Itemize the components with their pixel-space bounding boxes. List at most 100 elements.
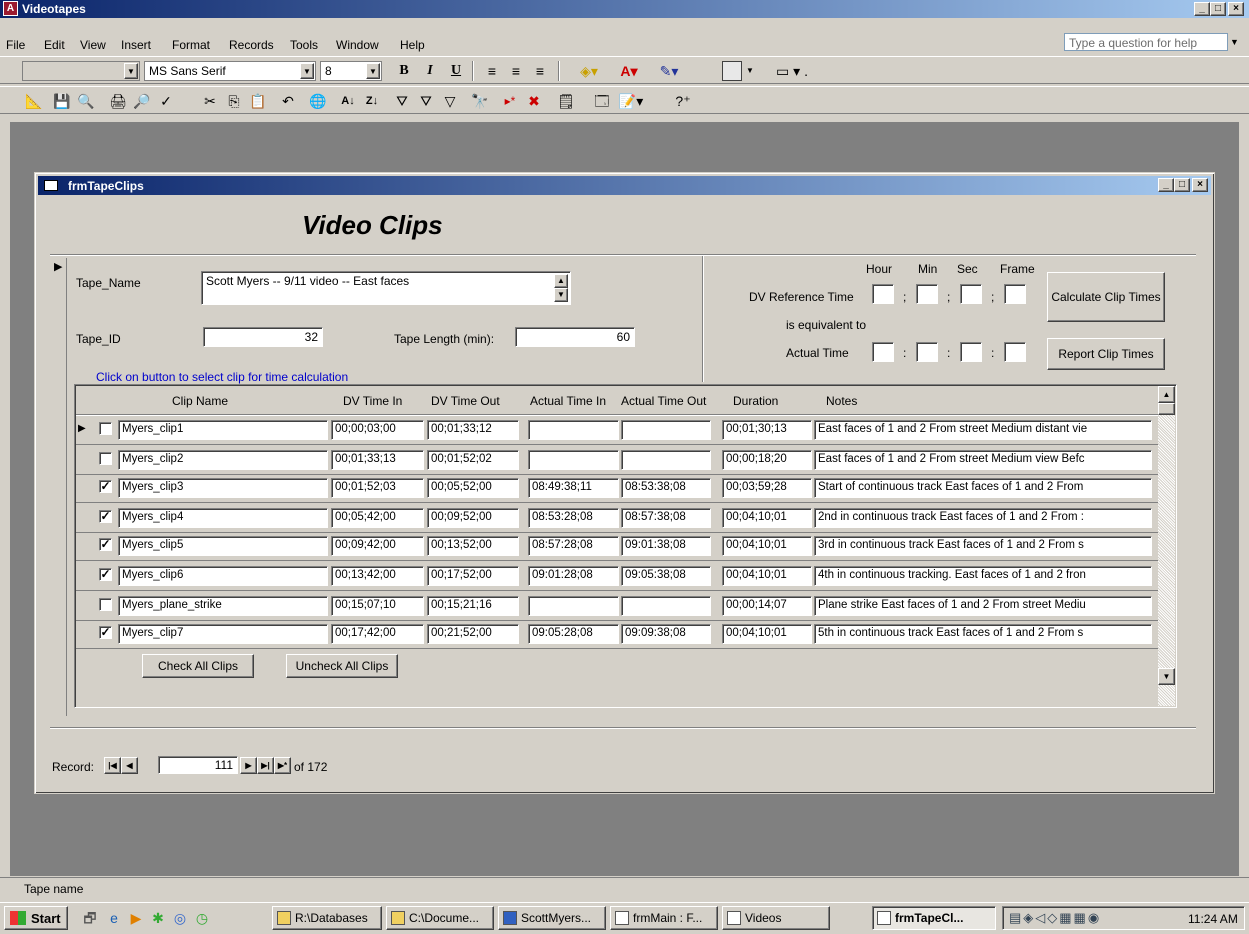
underline-button[interactable]: U [446,61,466,81]
bold-button[interactable]: B [394,61,414,81]
database-window-icon[interactable]: 🗔 [592,91,612,111]
form-minimize-icon[interactable]: _ [1158,178,1174,192]
cell-notes[interactable]: 5th in continuous track East faces of 1 … [814,624,1152,644]
menu-records[interactable]: Records [229,38,274,52]
cell-act-out[interactable]: 08:53:38;08 [621,478,711,498]
first-record-icon[interactable]: |◀ [104,757,121,774]
tape-name-field[interactable]: Scott Myers -- 9/11 video -- East faces … [201,271,571,305]
insert-hyperlink-icon[interactable]: 🌐 [308,91,328,111]
cell-dv-out[interactable]: 00;13;52;00 [427,536,519,556]
cell-dv-out[interactable]: 00;15;21;16 [427,596,519,616]
show-desktop-icon[interactable]: 🗗 [80,908,100,928]
cell-act-in[interactable] [528,596,619,616]
cell-dv-in[interactable]: 00;00;03;00 [331,420,424,440]
filter-by-form-icon[interactable]: ⛛ [416,91,436,111]
paste-icon[interactable]: 📋 [248,91,268,111]
record-number-field[interactable]: 111 [158,756,238,774]
subform-scrollbar[interactable]: ▲ ▼ [1158,386,1175,706]
task-frmmain[interactable]: frmMain : F... [610,906,718,930]
cell-duration[interactable]: 00;04;10;01 [722,566,812,586]
menu-file[interactable]: File [6,38,25,52]
file-search-icon[interactable]: 🔍 [76,91,96,111]
last-record-icon[interactable]: ▶| [257,757,274,774]
actual-sec-field[interactable] [960,342,982,362]
menu-insert[interactable]: Insert [121,38,151,52]
menu-view[interactable]: View [80,38,106,52]
quick-launch-icon-2[interactable]: ◎ [170,908,190,928]
dv-sec-field[interactable] [960,284,982,304]
undo-icon[interactable]: ↶ [278,91,298,111]
dv-frame-field[interactable] [1004,284,1026,304]
restore-icon[interactable]: □ [1210,2,1226,16]
delete-record-icon[interactable]: ✖ [524,91,544,111]
align-right-icon[interactable]: ≡ [530,61,550,81]
cell-dv-out[interactable]: 00;09;52;00 [427,508,519,528]
cell-notes[interactable]: East faces of 1 and 2 From street Medium… [814,420,1152,440]
new-record-nav-icon[interactable]: ▶* [274,757,291,774]
check-all-clips-button[interactable]: Check All Clips [142,654,254,678]
cell-duration[interactable]: 00;00;18;20 [722,450,812,470]
form-title-bar[interactable]: frmTapeClips _ □ × [38,176,1211,195]
close-icon[interactable]: × [1228,2,1244,16]
cell-duration[interactable]: 00;00;14;07 [722,596,812,616]
menu-format[interactable]: Format [172,38,210,52]
tape-id-field[interactable]: 32 [203,327,323,347]
clip-select-checkbox[interactable]: ✓ [99,480,112,493]
next-record-icon[interactable]: ▶ [240,757,257,774]
print-preview-icon[interactable]: 🔎 [132,91,152,111]
menu-window[interactable]: Window [336,38,379,52]
cell-dv-in[interactable]: 00;01;33;13 [331,450,424,470]
help-dropdown-icon[interactable]: ▼ [1230,37,1239,47]
cell-duration[interactable]: 00;01;30;13 [722,420,812,440]
new-object-icon[interactable]: 📝▾ [616,91,646,111]
sort-ascending-icon[interactable]: A↓ [338,91,358,111]
cell-duration[interactable]: 00;04;10;01 [722,624,812,644]
dv-min-field[interactable] [916,284,938,304]
cut-icon[interactable]: ✂ [200,91,220,111]
form-restore-icon[interactable]: □ [1174,178,1190,192]
scroll-up-icon[interactable]: ▲ [1158,386,1175,403]
line-color-icon[interactable]: ✎▾ [652,61,686,81]
cell-act-out[interactable]: 09:09:38;08 [621,624,711,644]
cell-duration[interactable]: 00;03;59;28 [722,478,812,498]
actual-frame-field[interactable] [1004,342,1026,362]
cell-dv-in[interactable]: 00;15;07;10 [331,596,424,616]
cell-name[interactable]: Myers_clip1 [118,420,328,440]
menu-help[interactable]: Help [400,38,425,52]
font-color-icon[interactable]: A▾ [612,61,646,81]
clip-select-checkbox[interactable]: ✓ [99,626,112,639]
cell-dv-out[interactable]: 00;01;33;12 [427,420,519,440]
cell-act-in[interactable]: 09:01:28;08 [528,566,619,586]
font-name-combo[interactable]: MS Sans Serif ▼ [144,61,316,81]
menu-edit[interactable]: Edit [44,38,65,52]
cell-duration[interactable]: 00;04;10;01 [722,536,812,556]
help-icon[interactable]: ?⁺ [668,91,698,111]
print-icon[interactable]: 🖨 [108,91,128,111]
cell-dv-in[interactable]: 00;05;42;00 [331,508,424,528]
scroll-thumb[interactable] [1158,403,1175,415]
dv-hour-field[interactable] [872,284,894,304]
align-center-icon[interactable]: ≡ [506,61,526,81]
cell-act-out[interactable]: 09:05:38;08 [621,566,711,586]
cell-act-out[interactable] [621,420,711,440]
cell-dv-in[interactable]: 00;13;42;00 [331,566,424,586]
actual-hour-field[interactable] [872,342,894,362]
task-word-doc[interactable]: ScottMyers... [498,906,606,930]
cell-act-in[interactable]: 08:53:28;08 [528,508,619,528]
actual-min-field[interactable] [916,342,938,362]
clip-select-checkbox[interactable] [99,422,112,435]
save-icon[interactable]: 💾 [52,91,72,111]
object-combo[interactable]: ▼ [22,61,140,81]
cell-notes[interactable]: Start of continuous track East faces of … [814,478,1152,498]
new-record-icon[interactable]: ▸* [500,91,520,111]
cell-dv-out[interactable]: 00;01;52;02 [427,450,519,470]
cell-notes[interactable]: 3rd in continuous track East faces of 1 … [814,536,1152,556]
cell-act-out[interactable]: 08:57:38;08 [621,508,711,528]
cell-name[interactable]: Myers_clip6 [118,566,328,586]
cell-notes[interactable]: Plane strike East faces of 1 and 2 From … [814,596,1152,616]
cell-name[interactable]: Myers_plane_strike [118,596,328,616]
uncheck-all-clips-button[interactable]: Uncheck All Clips [286,654,398,678]
clip-select-checkbox[interactable] [99,452,112,465]
form-close-icon[interactable]: × [1192,178,1208,192]
cell-act-in[interactable] [528,450,619,470]
